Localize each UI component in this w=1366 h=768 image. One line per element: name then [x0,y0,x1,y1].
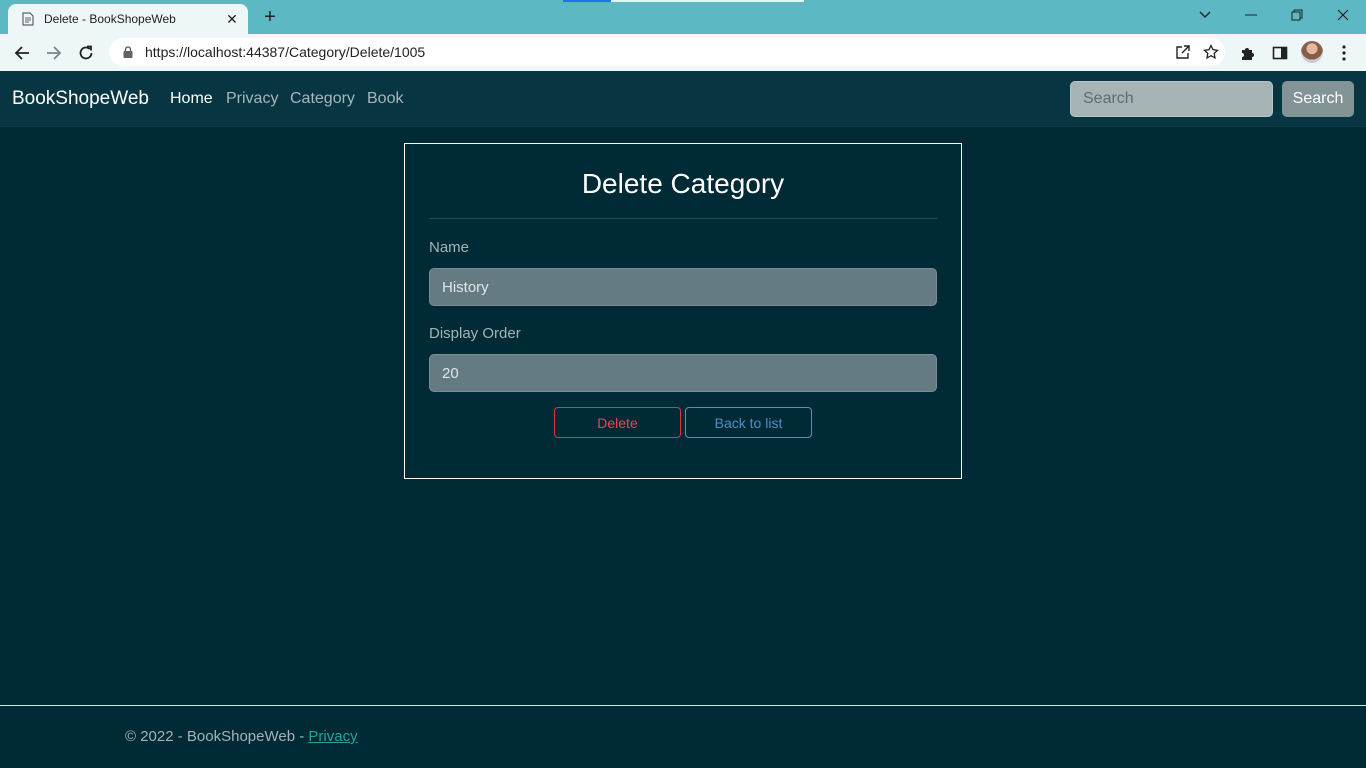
nav-link-category[interactable]: Category [290,90,355,108]
title-divider [429,218,937,219]
reload-icon[interactable] [72,39,100,67]
browser-tabstrip: Delete - BookShopeWeb ✕ + [0,0,1366,34]
loading-indicator [563,0,611,2]
name-label: Name [429,239,470,256]
back-to-list-button[interactable]: Back to list [685,407,812,438]
brand-link[interactable]: BookShopeWeb [12,88,149,110]
side-panel-icon[interactable] [1266,39,1294,67]
nav-link-privacy[interactable]: Privacy [226,90,278,108]
restore-icon[interactable] [1274,0,1320,30]
delete-category-form: Delete Category Name History Display Ord… [404,143,962,479]
site-navbar: BookShopeWeb Home Privacy Category Book … [0,71,1366,127]
tab-title: Delete - BookShopeWeb [44,12,176,26]
tab-search-icon[interactable] [1182,0,1228,30]
site-footer: © 2022 - BookShopeWeb - Privacy [0,705,1366,768]
nav-link-home[interactable]: Home [170,90,213,108]
back-arrow-icon[interactable] [8,39,36,67]
copyright-text: © 2022 - BookShopeWeb - [125,728,309,745]
footer-text: © 2022 - BookShopeWeb - Privacy [125,728,358,745]
delete-button[interactable]: Delete [554,407,681,438]
display-order-field: 20 [429,354,937,392]
url-text[interactable]: https://localhost:44387/Category/Delete/… [145,44,1169,60]
lock-icon[interactable] [121,45,135,59]
close-window-icon[interactable] [1320,0,1366,30]
forward-arrow-icon[interactable] [40,39,68,67]
bookmark-star-icon[interactable] [1197,38,1225,66]
address-bar[interactable]: https://localhost:44387/Category/Delete/… [109,38,1225,66]
new-tab-icon[interactable]: + [258,6,282,28]
share-icon[interactable] [1169,38,1197,66]
nav-link-book[interactable]: Book [367,90,403,108]
search-button[interactable]: Search [1282,81,1354,117]
footer-privacy-link[interactable]: Privacy [308,728,357,745]
browser-tab[interactable]: Delete - BookShopeWeb ✕ [8,4,248,34]
page-title: Delete Category [581,168,785,199]
loading-track [611,0,804,2]
close-tab-icon[interactable]: ✕ [224,11,240,27]
minimize-icon[interactable] [1228,0,1274,30]
profile-avatar[interactable] [1301,41,1323,63]
extensions-puzzle-icon[interactable] [1234,39,1262,67]
search-input[interactable]: Search [1070,81,1273,117]
display-order-label: Display Order [429,325,521,342]
page-icon [20,11,36,27]
browser-toolbar: https://localhost:44387/Category/Delete/… [0,34,1366,71]
kebab-menu-icon[interactable] [1330,39,1358,67]
name-field: History [429,268,937,306]
